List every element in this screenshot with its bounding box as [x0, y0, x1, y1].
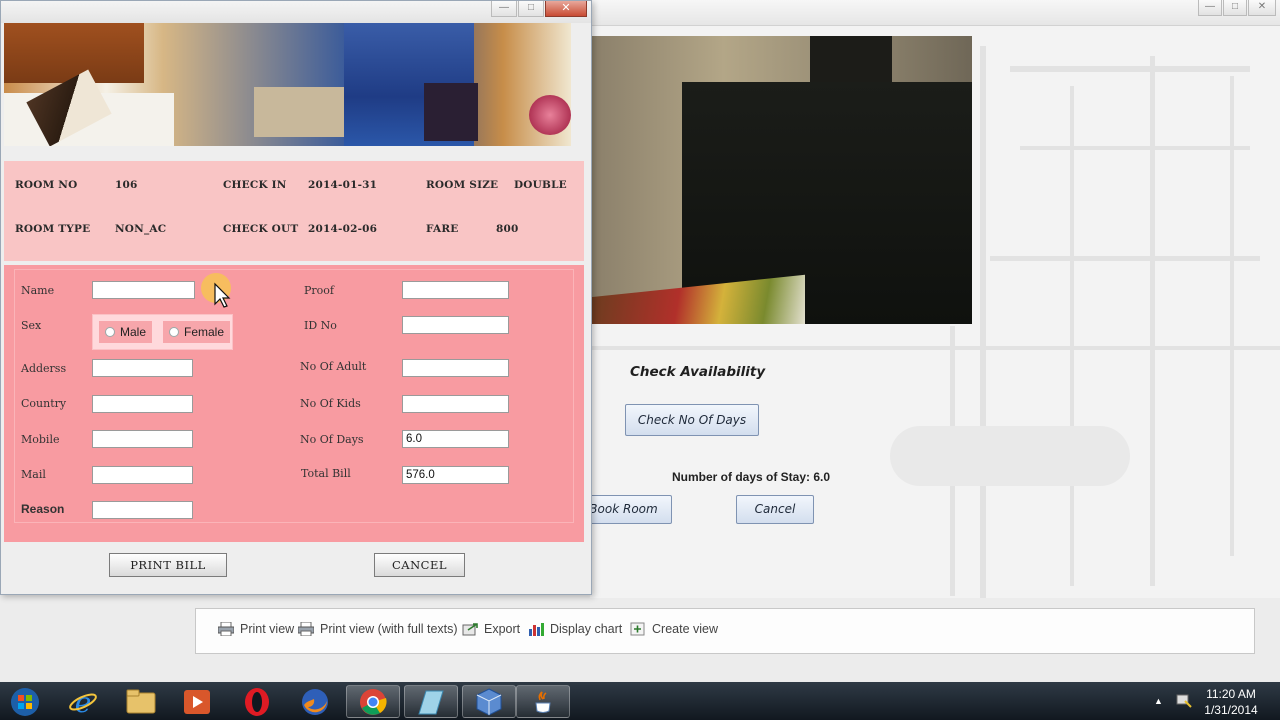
fare-value: 800 — [496, 223, 519, 235]
country-input[interactable] — [92, 395, 193, 413]
cancel-button[interactable]: CANCEL — [374, 553, 465, 577]
country-label: Country — [21, 397, 67, 410]
clock-date: 1/31/2014 — [1204, 703, 1258, 717]
total-bill-label: Total Bill — [301, 467, 351, 480]
proof-label: Proof — [304, 284, 334, 297]
java-icon[interactable] — [516, 685, 570, 718]
id-no-input[interactable] — [402, 316, 509, 334]
sex-radio-group: Male Female — [92, 314, 233, 350]
printer-icon — [217, 621, 235, 637]
background-cancel-button[interactable]: Cancel — [736, 495, 814, 524]
minimize-icon[interactable]: — — [491, 1, 517, 17]
firefox-icon[interactable] — [288, 685, 342, 718]
adults-input[interactable] — [402, 359, 509, 377]
female-label: Female — [184, 325, 225, 339]
radio-icon — [105, 327, 115, 337]
name-input[interactable] — [92, 281, 195, 299]
billing-dialog: — □ ✕ ROOM NO 106 CHECK IN 2014-01-31 RO… — [0, 0, 592, 595]
check-out-value: 2014-02-06 — [308, 223, 378, 235]
proof-input[interactable] — [402, 281, 509, 299]
check-availability-label: Check Availability — [630, 364, 766, 380]
file-explorer-icon[interactable] — [114, 685, 168, 718]
internet-explorer-icon[interactable]: e — [56, 685, 110, 718]
room-size-value: DOUBLE — [514, 179, 567, 191]
background-titlebar[interactable]: — □ ✕ — [590, 0, 1280, 26]
male-radio[interactable]: Male — [99, 321, 153, 343]
address-label: Adderss — [21, 362, 67, 375]
fare-label: FARE — [426, 223, 459, 235]
export-icon — [462, 622, 478, 636]
mouse-cursor-icon — [201, 273, 231, 308]
bar-chart-icon — [528, 622, 544, 636]
mail-input[interactable] — [92, 466, 193, 484]
virtualbox-icon[interactable] — [462, 685, 516, 718]
check-in-label: CHECK IN — [223, 179, 287, 191]
address-input[interactable] — [92, 359, 193, 377]
taskbar: e ▲ 11:20 AM 1/31/2014 — [0, 682, 1280, 720]
room-size-label: ROOM SIZE — [426, 179, 499, 191]
svg-text:e: e — [75, 687, 92, 717]
close-icon[interactable]: ✕ — [545, 1, 587, 17]
create-view-icon — [630, 622, 646, 636]
check-out-label: CHECK OUT — [223, 223, 299, 235]
days-of-stay-text: Number of days of Stay: 6.0 — [672, 470, 831, 484]
mobile-label: Mobile — [21, 433, 60, 446]
guest-form-panel: Name Sex Male Female Adderss Country Mob… — [4, 265, 584, 542]
print-view-button[interactable]: Print view — [217, 620, 295, 638]
display-chart-label: Display chart — [550, 622, 623, 636]
media-player-icon[interactable] — [170, 685, 224, 718]
mobile-input[interactable] — [92, 430, 193, 448]
clock-time: 11:20 AM — [1206, 687, 1256, 701]
room-no-value: 106 — [115, 179, 138, 191]
radio-icon — [169, 327, 179, 337]
print-view-full-button[interactable]: Print view (with full texts) — [297, 620, 458, 638]
room-photo — [590, 36, 972, 324]
view-toolbar: Print view Print view (with full texts) … — [195, 608, 1255, 654]
kids-input[interactable] — [402, 395, 509, 413]
show-hidden-icons-icon[interactable]: ▲ — [1154, 696, 1163, 706]
printer-icon — [297, 621, 315, 637]
print-view-label: Print view — [240, 622, 295, 636]
print-bill-button[interactable]: PRINT BILL — [109, 553, 227, 577]
room-info-panel: ROOM NO 106 CHECK IN 2014-01-31 ROOM SIZ… — [4, 161, 584, 261]
create-view-label: Create view — [652, 622, 718, 636]
display-chart-button[interactable]: Display chart — [528, 620, 622, 638]
check-days-button[interactable]: Check No Of Days — [625, 404, 759, 436]
mail-label: Mail — [21, 468, 46, 481]
maximize-icon[interactable]: □ — [518, 1, 544, 17]
id-no-label: ID No — [304, 319, 337, 332]
minimize-icon[interactable]: — — [1198, 0, 1222, 16]
dialog-titlebar[interactable]: — □ ✕ — [1, 1, 591, 23]
name-label: Name — [21, 284, 55, 297]
days-label: No Of Days — [300, 433, 364, 446]
female-radio[interactable]: Female — [163, 321, 231, 343]
reason-label: Reason — [21, 502, 65, 516]
adults-label: No Of Adult — [300, 360, 367, 373]
total-bill-input[interactable] — [402, 466, 509, 484]
room-type-value: NON_AC — [115, 223, 167, 235]
export-button[interactable]: Export — [462, 620, 520, 638]
male-label: Male — [120, 325, 147, 339]
export-label: Export — [484, 622, 521, 636]
kids-label: No Of Kids — [300, 397, 361, 410]
maximize-icon[interactable]: □ — [1223, 0, 1247, 16]
network-icon[interactable] — [1176, 692, 1192, 711]
system-clock[interactable]: 11:20 AM 1/31/2014 — [1196, 686, 1266, 718]
print-view-full-label: Print view (with full texts) — [320, 622, 458, 636]
background-window: — □ ✕ — [590, 0, 1280, 598]
app-icon[interactable] — [404, 685, 458, 718]
opera-icon[interactable] — [230, 685, 284, 718]
chrome-icon[interactable] — [346, 685, 400, 718]
guest-form: Name Sex Male Female Adderss Country Mob… — [14, 269, 574, 523]
sex-label: Sex — [21, 319, 42, 332]
hotel-room-banner — [4, 23, 571, 146]
reason-input[interactable] — [92, 501, 193, 519]
check-in-value: 2014-01-31 — [308, 179, 378, 191]
create-view-button[interactable]: Create view — [630, 620, 718, 638]
room-type-label: ROOM TYPE — [15, 223, 91, 235]
days-input[interactable] — [402, 430, 509, 448]
windows-start-icon[interactable] — [2, 685, 48, 718]
room-no-label: ROOM NO — [15, 179, 78, 191]
close-icon[interactable]: ✕ — [1248, 0, 1276, 16]
